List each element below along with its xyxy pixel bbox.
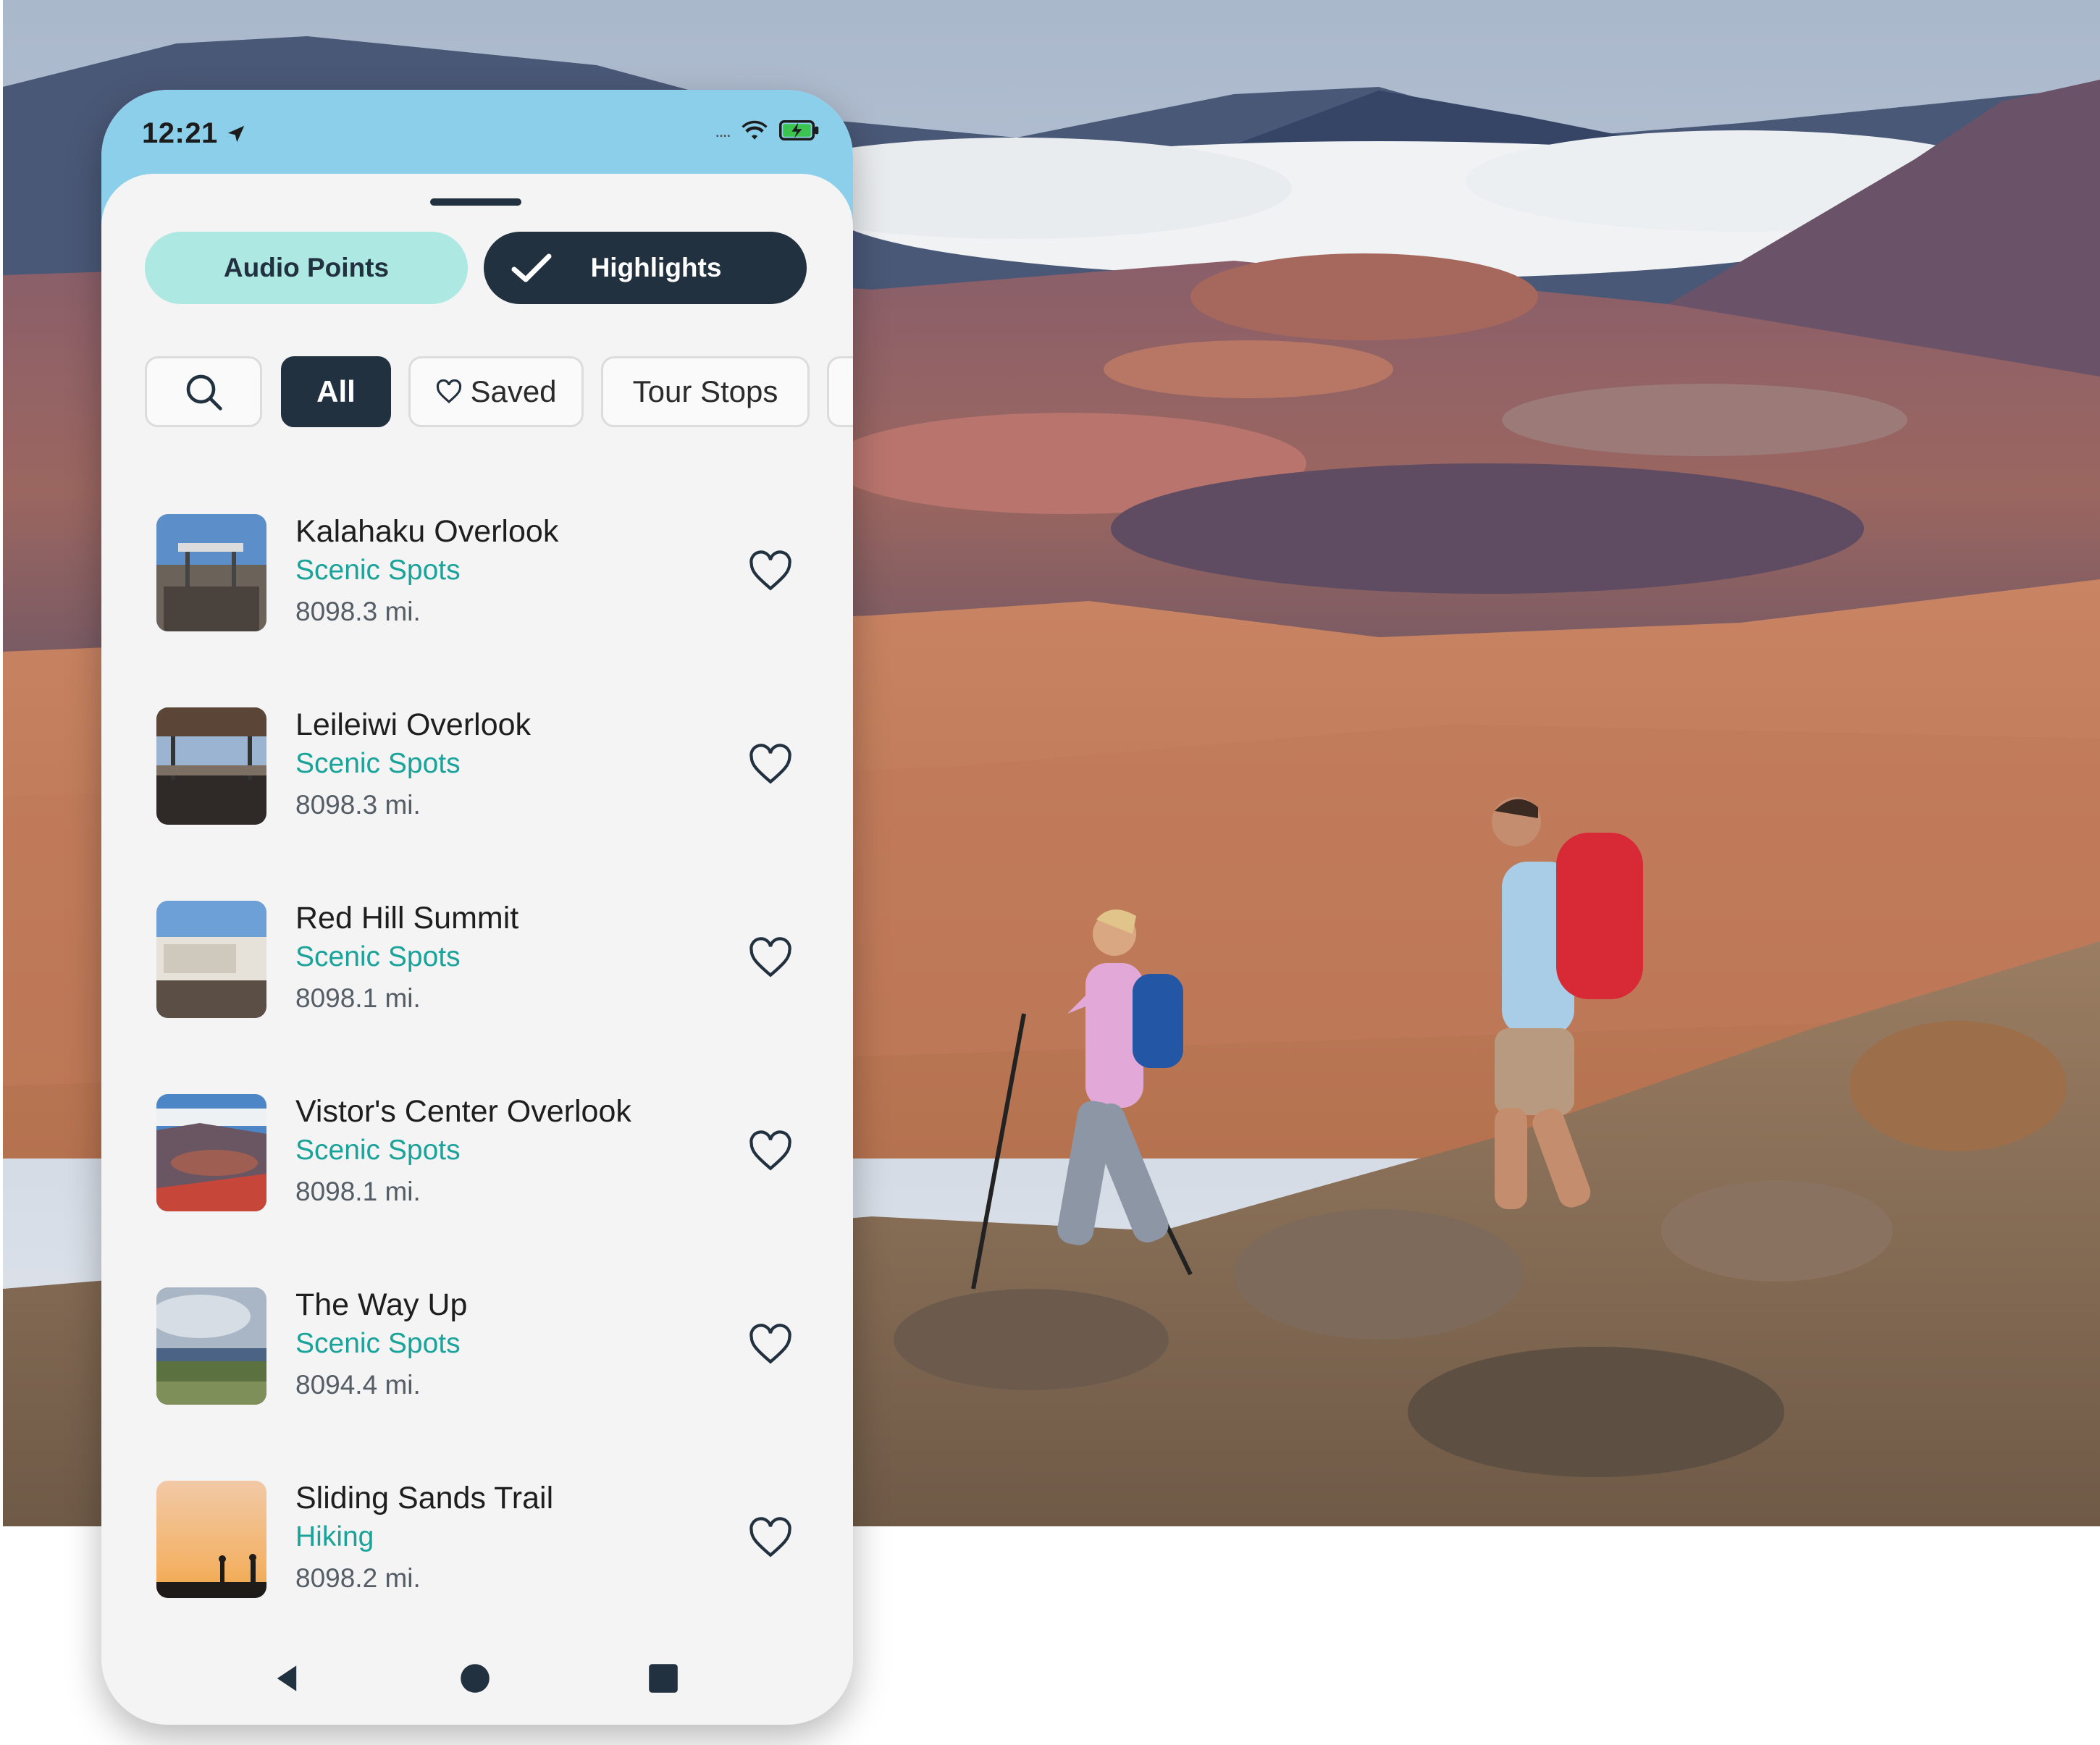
battery-charging-icon bbox=[779, 120, 819, 140]
heart-outline-icon[interactable] bbox=[747, 1517, 794, 1559]
navigation-bar bbox=[101, 1638, 853, 1725]
place-title: The Way Up bbox=[295, 1287, 468, 1322]
nav-back-icon[interactable] bbox=[271, 1662, 303, 1694]
nav-home-icon[interactable] bbox=[459, 1662, 491, 1694]
place-distance: 8098.3 mi. bbox=[295, 790, 421, 820]
place-category: Scenic Spots bbox=[295, 748, 461, 779]
place-thumbnail bbox=[156, 514, 266, 631]
signal-dots-icon: .... bbox=[715, 119, 731, 141]
place-category: Scenic Spots bbox=[295, 1328, 461, 1359]
place-distance: 8098.3 mi. bbox=[295, 597, 421, 626]
place-title: Vistor's Center Overlook bbox=[295, 1094, 631, 1129]
status-time-group: 12:21 bbox=[142, 117, 247, 150]
place-thumbnail bbox=[156, 1287, 266, 1405]
list-item[interactable]: Red Hill Summit Scenic Spots 8098.1 mi. bbox=[101, 870, 853, 1064]
place-distance: 8098.1 mi. bbox=[295, 1177, 421, 1206]
search-button[interactable] bbox=[145, 356, 262, 427]
heart-outline-icon[interactable] bbox=[747, 1130, 794, 1172]
place-category: Scenic Spots bbox=[295, 555, 461, 586]
place-title: Red Hill Summit bbox=[295, 901, 519, 935]
place-title: Sliding Sands Trail bbox=[295, 1481, 554, 1515]
list-item[interactable]: Sliding Sands Trail Hiking 8098.2 mi. bbox=[101, 1450, 853, 1644]
heart-outline-icon[interactable] bbox=[747, 937, 794, 979]
place-title: Leileiwi Overlook bbox=[295, 707, 532, 742]
audio-points-label: Audio Points bbox=[223, 253, 390, 282]
location-arrow-icon bbox=[227, 125, 245, 142]
place-category: Hiking bbox=[295, 1521, 374, 1552]
heart-small-icon bbox=[437, 379, 462, 403]
nav-recents-icon[interactable] bbox=[647, 1662, 679, 1694]
filter-tour-stops-chip[interactable]: Tour Stops bbox=[601, 356, 810, 427]
place-thumbnail bbox=[156, 707, 266, 825]
highlights-toggle[interactable]: Highlights bbox=[484, 232, 807, 304]
phone-mockup: 12:21 .... Audio Points Highlights All S… bbox=[101, 90, 853, 1725]
place-thumbnail bbox=[156, 1094, 266, 1211]
heart-outline-icon[interactable] bbox=[747, 744, 794, 786]
wifi-icon bbox=[742, 120, 768, 140]
filter-tour-stops-label: Tour Stops bbox=[632, 374, 778, 408]
filter-saved-chip[interactable]: Saved bbox=[408, 356, 584, 427]
place-distance: 8098.2 mi. bbox=[295, 1563, 421, 1593]
place-category: Scenic Spots bbox=[295, 941, 461, 972]
filter-more-chip[interactable] bbox=[827, 356, 853, 427]
heart-outline-icon[interactable] bbox=[747, 1324, 794, 1366]
place-category: Scenic Spots bbox=[295, 1135, 461, 1166]
sheet-drag-handle[interactable] bbox=[430, 198, 521, 206]
status-time: 12:21 bbox=[142, 117, 218, 149]
list-item[interactable]: Vistor's Center Overlook Scenic Spots 80… bbox=[101, 1064, 853, 1257]
status-icons: .... bbox=[715, 119, 820, 142]
filter-all-chip[interactable]: All bbox=[281, 356, 391, 427]
list-item[interactable]: Leileiwi Overlook Scenic Spots 8098.3 mi… bbox=[101, 677, 853, 870]
heart-outline-icon[interactable] bbox=[747, 550, 794, 592]
audio-points-toggle[interactable]: Audio Points bbox=[145, 232, 468, 304]
place-thumbnail bbox=[156, 1481, 266, 1598]
place-thumbnail bbox=[156, 901, 266, 1018]
check-icon bbox=[511, 253, 552, 282]
list-item[interactable]: Kalahaku Overlook Scenic Spots 8098.3 mi… bbox=[101, 484, 853, 677]
place-distance: 8094.4 mi. bbox=[295, 1370, 421, 1400]
place-title: Kalahaku Overlook bbox=[295, 514, 559, 549]
list-item[interactable]: The Way Up Scenic Spots 8094.4 mi. bbox=[101, 1257, 853, 1450]
highlights-label: Highlights bbox=[590, 253, 722, 282]
place-distance: 8098.1 mi. bbox=[295, 983, 421, 1013]
filter-saved-label: Saved bbox=[470, 374, 557, 408]
filter-all-label: All bbox=[316, 374, 356, 408]
search-icon bbox=[186, 374, 222, 411]
